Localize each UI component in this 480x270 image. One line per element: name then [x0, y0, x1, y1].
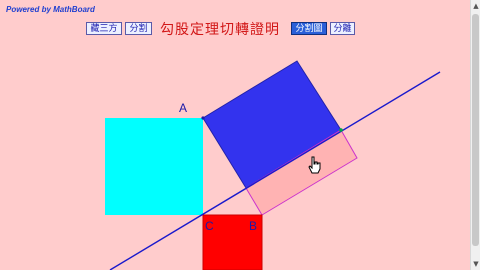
scroll-down-icon[interactable]: ▼: [471, 258, 480, 270]
point-handle-rotate[interactable]: [339, 128, 343, 132]
scroll-thumb[interactable]: [472, 14, 479, 246]
square-on-leg-a[interactable]: [105, 118, 203, 215]
geometry-canvas[interactable]: [0, 0, 470, 270]
point-label-c: C: [205, 219, 214, 233]
mathboard-applet[interactable]: Powered by MathBoard 藏三方 分割 勾股定理切轉證明 分割圖…: [0, 0, 470, 270]
hand-pointer-icon: [308, 156, 321, 174]
point-label-a: A: [179, 101, 188, 115]
vertical-scrollbar[interactable]: ▲ ▼: [470, 0, 480, 270]
scroll-up-icon[interactable]: ▲: [471, 0, 480, 12]
point-label-b: B: [249, 219, 258, 233]
point-handle-a[interactable]: [201, 116, 205, 120]
